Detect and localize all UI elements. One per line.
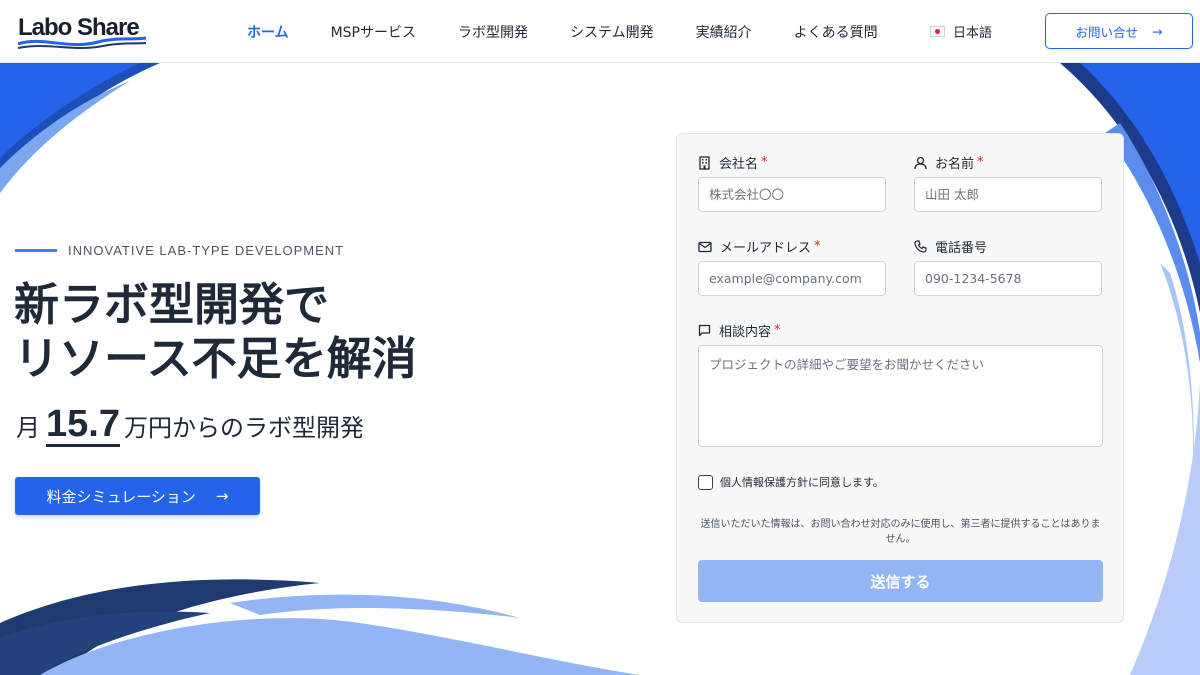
price-suffix: 万円からのラボ型開発 xyxy=(123,414,364,442)
price-value: 15.7 xyxy=(46,403,120,447)
language-label: 日本語 xyxy=(953,26,993,41)
phone-icon xyxy=(914,240,927,253)
contact-form: 会社名 * お名前 * メールアドレス * 電話番号 相談内容 * 個人情報保護… xyxy=(676,133,1124,623)
message-label-text: 相談内容 xyxy=(719,325,772,340)
tagline-text: INNOVATIVE LAB-TYPE DEVELOPMENT xyxy=(68,243,345,258)
chat-icon xyxy=(698,324,711,337)
phone-label: 電話番号 xyxy=(914,237,987,256)
consent-label: 個人情報保護方針に同意します。 xyxy=(720,476,884,489)
arrow-right-icon: → xyxy=(215,487,229,505)
nav-item-case-studies[interactable]: 実績紹介 xyxy=(696,22,752,42)
headline-line-1: 新ラボ型開発で xyxy=(14,278,330,331)
nav-item-faq[interactable]: よくある質問 xyxy=(794,22,878,42)
required-mark: * xyxy=(761,155,768,170)
japan-flag-icon xyxy=(930,26,945,37)
headline-line-2: リソース不足を解消 xyxy=(14,332,417,385)
logo[interactable]: Labo Share xyxy=(18,14,148,52)
required-mark: * xyxy=(774,323,781,338)
price-simulation-button[interactable]: 料金シミュレーション → xyxy=(15,477,260,515)
hero-tagline: INNOVATIVE LAB-TYPE DEVELOPMENT xyxy=(15,243,344,258)
nav-item-lab-development[interactable]: ラボ型開発 xyxy=(458,22,528,42)
company-input[interactable] xyxy=(698,177,886,212)
submit-button[interactable]: 送信する xyxy=(698,560,1103,602)
nav-item-home[interactable]: ホーム xyxy=(247,22,289,42)
arrow-right-icon: → xyxy=(1152,23,1163,39)
message-textarea[interactable] xyxy=(698,345,1103,447)
email-label-text: メールアドレス xyxy=(720,241,812,256)
nav-item-msp-service[interactable]: MSPサービス xyxy=(331,22,416,42)
contact-button-label: お問い合せ xyxy=(1075,24,1139,40)
consent-checkbox[interactable] xyxy=(698,474,713,490)
phone-label-text: 電話番号 xyxy=(935,241,988,256)
mail-icon xyxy=(698,241,712,252)
logo-wave-icon xyxy=(18,36,147,49)
user-icon xyxy=(914,156,927,169)
email-input[interactable] xyxy=(698,261,886,296)
consent-checkbox-row[interactable]: 個人情報保護方針に同意します。 xyxy=(698,474,884,490)
site-header: Labo Share ホーム MSPサービス ラボ型開発 システム開発 実績紹介… xyxy=(0,0,1200,63)
required-mark: * xyxy=(814,239,821,254)
price-prefix: 月 xyxy=(16,414,40,442)
contact-button[interactable]: お問い合せ → xyxy=(1045,13,1193,49)
required-mark: * xyxy=(977,155,984,170)
building-icon xyxy=(699,155,710,170)
phone-input[interactable] xyxy=(914,261,1102,296)
company-label: 会社名 * xyxy=(698,153,768,172)
name-input[interactable] xyxy=(914,177,1102,212)
tagline-bar xyxy=(15,249,57,252)
nav-item-system-development[interactable]: システム開発 xyxy=(570,22,654,42)
privacy-notice: 送信いただいた情報は、お問い合わせ対応のみに使用し、第三者に提供することはありま… xyxy=(700,519,1101,545)
company-label-text: 会社名 xyxy=(719,157,759,172)
hero-headline: 新ラボ型開発で リソース不足を解消 xyxy=(14,278,417,386)
name-label: お名前 * xyxy=(914,153,984,172)
email-label: メールアドレス * xyxy=(698,237,821,256)
main-nav: ホーム MSPサービス ラボ型開発 システム開発 実績紹介 よくある質問 xyxy=(226,0,899,63)
price-statement: 月 15.7 万円からのラボ型開発 xyxy=(16,404,364,447)
message-label: 相談内容 * xyxy=(698,321,781,340)
price-simulation-label: 料金シミュレーション xyxy=(46,487,196,506)
name-label-text: お名前 xyxy=(935,157,975,172)
language-selector[interactable]: 日本語 xyxy=(930,22,992,41)
